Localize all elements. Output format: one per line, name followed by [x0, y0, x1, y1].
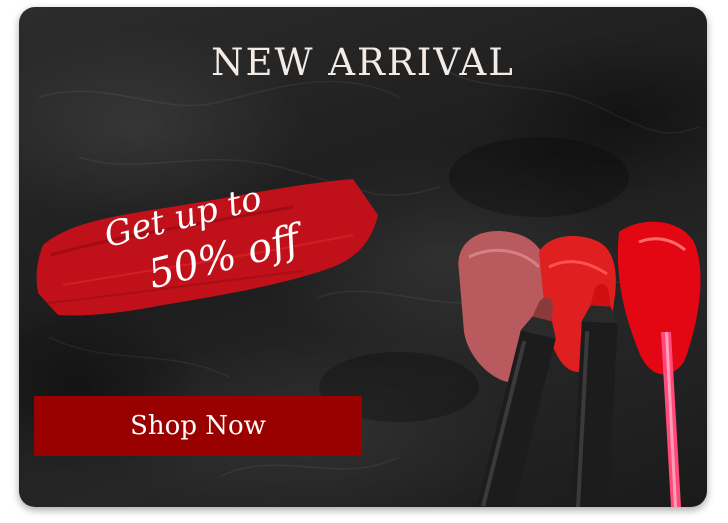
headline: NEW ARRIVAL	[211, 41, 515, 84]
shop-now-button[interactable]: Shop Now	[34, 396, 362, 456]
promo-banner[interactable]: NEW ARRIVAL Get up to 50% off Shop Now	[19, 7, 707, 507]
lip-pencils-image	[458, 221, 701, 507]
